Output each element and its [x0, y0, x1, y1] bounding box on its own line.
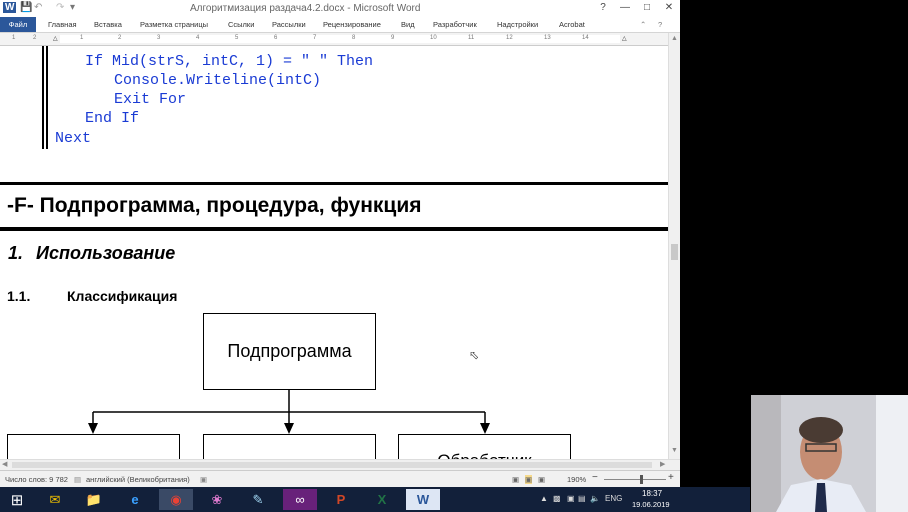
language-indicator[interactable]: ENG	[605, 494, 622, 503]
zoom-out-button[interactable]: −	[592, 472, 598, 483]
ruler-number: 4	[196, 35, 200, 41]
tab-references[interactable]: Ссылки	[228, 20, 254, 29]
macro-record-icon[interactable]: ▣	[200, 475, 207, 484]
scroll-right-icon[interactable]: ▶	[660, 460, 665, 468]
arrowhead-icon	[480, 423, 490, 434]
webcam-overlay	[751, 395, 908, 512]
vertical-scroll-thumb[interactable]	[671, 244, 678, 260]
horizontal-ruler[interactable]: 1 2 △ 1 2 3 4 5 6 7 8 9 10 11 12 13 14 △	[0, 33, 668, 46]
zoom-slider-knob[interactable]	[640, 475, 643, 484]
ribbon-help-icon[interactable]: ?	[658, 20, 662, 29]
word-count[interactable]: Число слов: 9 782	[5, 475, 68, 484]
picasa-icon[interactable]: ❀	[200, 489, 234, 510]
ruler-number: 2	[33, 35, 37, 41]
ruler-number: 2	[118, 35, 122, 41]
windows-start-icon[interactable]: ⊞	[0, 489, 34, 510]
arrowhead-icon	[88, 423, 98, 434]
internet-explorer-icon[interactable]: e	[118, 489, 152, 510]
diagram-connectors	[88, 390, 490, 434]
full-screen-view-icon[interactable]: ▣	[525, 475, 533, 484]
help-icon[interactable]: ?	[592, 0, 614, 16]
tray-action-icon[interactable]: ▣	[567, 494, 575, 503]
ruler-number: 12	[506, 35, 513, 41]
tab-addins[interactable]: Надстройки	[497, 20, 538, 29]
save-icon[interactable]: 💾	[20, 2, 32, 13]
diagram-child-box	[7, 434, 180, 459]
ruler-number: 1	[12, 35, 16, 41]
word-taskbar-icon[interactable]: W	[406, 489, 440, 510]
diagram-child-box	[203, 434, 376, 459]
outlook-icon[interactable]: ✉	[38, 489, 72, 510]
ruler-number: 1	[80, 35, 84, 41]
ribbon-tabs: Файл Главная Вставка Разметка страницы С…	[0, 17, 680, 33]
minimize-button[interactable]: —	[614, 0, 636, 16]
ruler-number: 13	[544, 35, 551, 41]
close-button[interactable]: ✕	[658, 0, 680, 16]
vertical-scrollbar[interactable]: ▲ ▼	[668, 33, 680, 459]
mouse-cursor-icon: ⬁	[469, 348, 480, 362]
ruler-number: 14	[582, 35, 589, 41]
tab-file[interactable]: Файл	[0, 17, 36, 32]
ruler-number: 11	[468, 35, 475, 41]
clock-date[interactable]: 19.06.2019	[632, 500, 670, 509]
tab-developer[interactable]: Разработчик	[433, 20, 477, 29]
tray-display-icon[interactable]: ▤	[578, 494, 586, 503]
clock-time[interactable]: 18:37	[642, 489, 662, 498]
word-window: W 💾 ↶ ↷ ▾ Алгоритмизация раздача4.2.docx…	[0, 0, 680, 487]
scroll-up-icon[interactable]: ▲	[671, 35, 678, 42]
tab-insert[interactable]: Вставка	[94, 20, 122, 29]
tray-volume-icon[interactable]: 🔈	[590, 494, 600, 503]
file-explorer-icon[interactable]: 📁	[77, 489, 111, 510]
visual-studio-icon[interactable]: ∞	[283, 489, 317, 510]
ruler-number: 8	[352, 35, 356, 41]
horizontal-scroll-thumb[interactable]	[12, 462, 652, 468]
language-indicator[interactable]: английский (Великобритания)	[86, 475, 190, 484]
tab-review[interactable]: Рецензирование	[323, 20, 381, 29]
powerpoint-icon[interactable]: P	[324, 489, 358, 510]
maximize-button[interactable]: □	[636, 0, 658, 16]
word-app-icon[interactable]: W	[3, 2, 17, 13]
document-page[interactable]: If Mid(strS, intC, 1) = " " Then Console…	[0, 46, 668, 459]
zoom-in-button[interactable]: +	[668, 472, 674, 483]
web-layout-view-icon[interactable]: ▣	[538, 475, 545, 484]
zoom-slider[interactable]	[604, 479, 666, 480]
ruler-number: 5	[235, 35, 239, 41]
ruler-number: 7	[313, 35, 317, 41]
diagram-root-box: Подпрограмма	[203, 313, 376, 390]
print-layout-view-icon[interactable]: ▣	[512, 475, 519, 484]
right-indent-marker-icon[interactable]: △	[622, 35, 627, 42]
tab-home[interactable]: Главная	[48, 20, 77, 29]
presenter-image	[751, 395, 908, 512]
customize-toolbar-icon[interactable]: ▾	[70, 2, 75, 13]
windows-taskbar: ⊞ ✉ 📁 e ◉ ❀ ✎ ∞ P X W ▲ ▩ ▣ ▤ 🔈 ENG 18:3…	[0, 487, 750, 512]
zoom-level[interactable]: 190%	[567, 475, 586, 484]
tab-view[interactable]: Вид	[401, 20, 415, 29]
undo-icon[interactable]: ↶	[34, 2, 42, 13]
redo-icon[interactable]: ↷	[56, 2, 64, 13]
chrome-icon[interactable]: ◉	[159, 489, 193, 510]
ruler-number: 9	[391, 35, 395, 41]
proofing-icon[interactable]: ▤	[74, 475, 81, 484]
excel-icon[interactable]: X	[365, 489, 399, 510]
ribbon-collapse-icon[interactable]: ⌃	[640, 20, 646, 29]
ruler-text-area	[60, 35, 620, 43]
title-bar: W 💾 ↶ ↷ ▾ Алгоритмизация раздача4.2.docx…	[0, 0, 680, 18]
tab-page-layout[interactable]: Разметка страницы	[140, 20, 208, 29]
ruler-number: 3	[157, 35, 161, 41]
tab-acrobat[interactable]: Acrobat	[559, 20, 585, 29]
diagram-child-box: Обработчик	[398, 434, 571, 459]
notepad-icon[interactable]: ✎	[241, 489, 275, 510]
tray-expand-icon[interactable]: ▲	[540, 494, 548, 503]
status-bar: Число слов: 9 782 ▤ английский (Великобр…	[0, 470, 680, 487]
tab-mailings[interactable]: Рассылки	[272, 20, 306, 29]
window-title: Алгоритмизация раздача4.2.docx - Microso…	[190, 3, 421, 14]
indent-marker-icon[interactable]: △	[53, 35, 58, 42]
ruler-number: 10	[430, 35, 437, 41]
tray-network-icon[interactable]: ▩	[553, 494, 561, 503]
scroll-left-icon[interactable]: ◀	[2, 460, 7, 468]
scroll-down-icon[interactable]: ▼	[671, 447, 678, 454]
ruler-number: 6	[274, 35, 278, 41]
arrowhead-icon	[284, 423, 294, 434]
